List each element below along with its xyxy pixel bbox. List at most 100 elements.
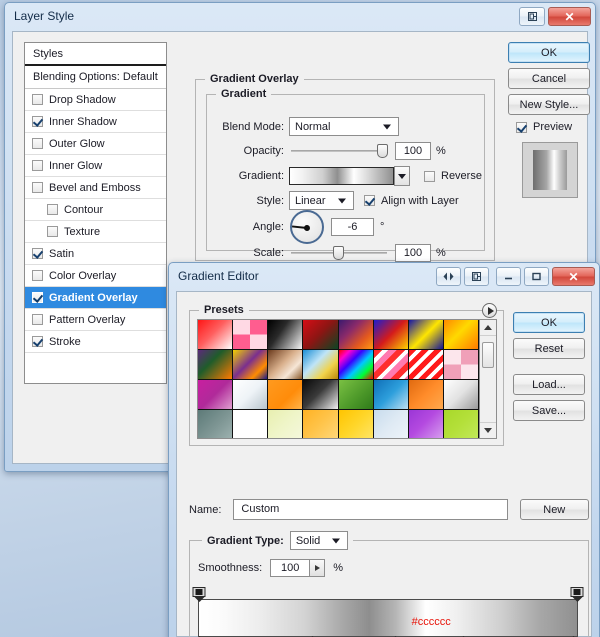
preset-swatch[interactable]	[408, 410, 444, 438]
checkbox-outer-glow[interactable]	[32, 138, 43, 149]
checkbox-pattern-overlay[interactable]	[32, 314, 43, 325]
angle-input[interactable]: -6	[331, 218, 374, 236]
ok-button[interactable]: OK	[508, 42, 590, 63]
preset-swatch[interactable]	[303, 350, 339, 380]
blend-mode-select[interactable]: Normal	[289, 117, 399, 136]
preset-swatch[interactable]	[198, 320, 234, 350]
opacity-slider-knob[interactable]	[377, 144, 388, 158]
help-icon[interactable]	[519, 7, 545, 26]
preset-swatch[interactable]	[443, 320, 479, 350]
preset-swatch[interactable]	[233, 320, 269, 350]
preset-swatch[interactable]	[373, 380, 409, 410]
preset-swatch[interactable]	[268, 410, 304, 438]
preview-checkbox-row[interactable]: Preview	[516, 121, 572, 133]
preset-swatch[interactable]	[373, 410, 409, 438]
checkbox-align-with-layer[interactable]	[364, 195, 375, 206]
sidebar-item-texture[interactable]: Texture	[25, 221, 166, 243]
close-icon[interactable]: ✕	[552, 267, 595, 286]
preset-swatch[interactable]	[268, 320, 304, 350]
checkbox-color-overlay[interactable]	[32, 270, 43, 281]
checkbox-inner-glow[interactable]	[32, 160, 43, 171]
checkbox-contour[interactable]	[47, 204, 58, 215]
preset-swatch[interactable]	[233, 380, 269, 410]
checkbox-drop-shadow[interactable]	[32, 94, 43, 105]
preset-swatch[interactable]	[233, 350, 269, 380]
checkbox-preview[interactable]	[516, 121, 527, 133]
checkbox-gradient-overlay[interactable]	[32, 292, 43, 303]
preset-swatch[interactable]	[198, 380, 234, 410]
presets-swatch-grid[interactable]	[198, 320, 479, 438]
scroll-up-icon[interactable]	[480, 320, 496, 336]
close-icon[interactable]: ✕	[548, 7, 591, 26]
gradient-dropdown-button[interactable]	[394, 166, 410, 186]
scale-slider-knob[interactable]	[333, 246, 344, 260]
save-button[interactable]: Save...	[513, 400, 585, 421]
presets-menu-icon[interactable]	[482, 303, 497, 318]
preset-swatch[interactable]	[303, 380, 339, 410]
gradient-preview-swatch[interactable]	[289, 167, 394, 185]
maximize-icon[interactable]	[524, 267, 549, 286]
sidebar-item-pattern-overlay[interactable]: Pattern Overlay	[25, 309, 166, 331]
scale-input[interactable]: 100	[395, 244, 431, 262]
preset-swatch[interactable]	[338, 380, 374, 410]
help-icon[interactable]	[464, 267, 489, 286]
opacity-stop[interactable]	[192, 587, 206, 602]
preset-swatch[interactable]	[408, 380, 444, 410]
gradient-type-select[interactable]: Solid	[289, 531, 348, 550]
preset-swatch[interactable]	[443, 410, 479, 438]
preset-swatch[interactable]	[233, 410, 269, 438]
preset-swatch[interactable]	[373, 350, 409, 380]
checkbox-inner-shadow[interactable]	[32, 116, 43, 127]
checkbox-texture[interactable]	[47, 226, 58, 237]
preset-swatch[interactable]	[338, 350, 374, 380]
sidebar-item-stroke[interactable]: Stroke	[25, 331, 166, 353]
collapse-expand-icon[interactable]	[436, 267, 461, 286]
presets-scrollbar[interactable]	[479, 320, 496, 438]
load-button[interactable]: Load...	[513, 374, 585, 395]
scale-slider[interactable]	[291, 246, 387, 260]
checkbox-stroke[interactable]	[32, 336, 43, 347]
style-select[interactable]: Linear	[289, 191, 354, 210]
new-preset-button[interactable]: New	[519, 499, 589, 520]
sidebar-item-drop-shadow[interactable]: Drop Shadow	[25, 89, 166, 111]
sidebar-item-inner-shadow[interactable]: Inner Shadow	[25, 111, 166, 133]
preset-swatch[interactable]	[268, 380, 304, 410]
sidebar-item-inner-glow[interactable]: Inner Glow	[25, 155, 166, 177]
checkbox-reverse[interactable]	[424, 170, 435, 182]
preset-swatch[interactable]	[198, 410, 234, 438]
sidebar-item-blending-options[interactable]: Blending Options: Default	[25, 66, 166, 89]
cancel-button[interactable]: Cancel	[508, 68, 590, 89]
preset-swatch[interactable]	[408, 350, 444, 380]
preset-swatch[interactable]	[443, 380, 479, 410]
sidebar-item-bevel-and-emboss[interactable]: Bevel and Emboss	[25, 177, 166, 199]
sidebar-item-gradient-overlay[interactable]: Gradient Overlay	[25, 287, 166, 309]
checkbox-satin[interactable]	[32, 248, 43, 259]
opacity-slider[interactable]	[291, 144, 388, 158]
preset-swatch[interactable]	[303, 320, 339, 350]
sidebar-item-satin[interactable]: Satin	[25, 243, 166, 265]
new-style-button[interactable]: New Style...	[508, 94, 590, 115]
preset-swatch[interactable]	[303, 410, 339, 438]
minimize-icon[interactable]	[496, 267, 521, 286]
preset-swatch[interactable]	[408, 320, 444, 350]
sidebar-item-color-overlay[interactable]: Color Overlay	[25, 265, 166, 287]
scroll-down-icon[interactable]	[480, 422, 496, 438]
presets-scrollbar-thumb[interactable]	[482, 342, 494, 368]
ok-button[interactable]: OK	[513, 312, 585, 333]
smoothness-input[interactable]: 100	[270, 559, 311, 577]
angle-dial[interactable]	[290, 210, 324, 244]
reset-button[interactable]: Reset	[513, 338, 585, 359]
preset-swatch[interactable]	[338, 410, 374, 438]
preset-swatch[interactable]	[373, 320, 409, 350]
sidebar-item-outer-glow[interactable]: Outer Glow	[25, 133, 166, 155]
gradient-strip[interactable]: #ffffff#a4a4a3#ffffff#cccccc#909090	[192, 587, 584, 637]
preset-swatch[interactable]	[338, 320, 374, 350]
preset-swatch[interactable]	[268, 350, 304, 380]
opacity-stop[interactable]	[570, 587, 584, 602]
checkbox-bevel-and-emboss[interactable]	[32, 182, 43, 193]
preset-swatch[interactable]	[198, 350, 234, 380]
sidebar-item-contour[interactable]: Contour	[25, 199, 166, 221]
name-input[interactable]: Custom	[233, 499, 508, 520]
preset-swatch[interactable]	[443, 350, 479, 380]
smoothness-stepper[interactable]	[310, 559, 326, 577]
